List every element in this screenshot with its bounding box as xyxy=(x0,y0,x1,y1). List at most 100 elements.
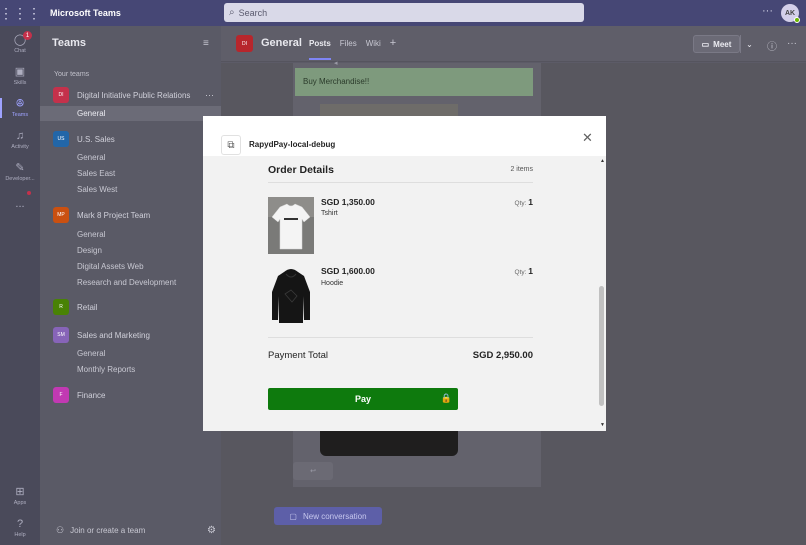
item-price: SGD 1,350.00 xyxy=(321,197,375,207)
rail-label: Skills xyxy=(13,80,27,86)
payment-total-label: Payment Total xyxy=(268,350,329,361)
channel-general[interactable]: General xyxy=(77,153,105,162)
new-conversation-label: New conversation xyxy=(302,511,367,521)
channel-general[interactable]: General xyxy=(77,230,105,239)
app-launcher-icon[interactable]: ⋮⋮⋮ xyxy=(0,0,41,26)
more-options-icon[interactable]: ··· xyxy=(205,90,214,100)
team-mark8[interactable]: MP Mark 8 Project Team xyxy=(53,205,218,225)
channel-tabs: Posts Files Wiki + xyxy=(309,37,396,60)
dialog-header: ⧉ RapydPay-local-debug ✕ xyxy=(203,116,606,156)
rail-label: Developer... xyxy=(5,176,35,182)
rail-item-help[interactable]: ? Help xyxy=(0,512,40,544)
app-icon: ⧉ xyxy=(221,135,241,155)
presence-dot xyxy=(794,17,800,23)
tab-posts[interactable]: Posts xyxy=(309,39,331,60)
chevron-down-icon[interactable]: ⌄ xyxy=(740,35,758,53)
team-name: Finance xyxy=(77,390,106,400)
team-retail[interactable]: R Retail xyxy=(53,297,218,317)
channel-sales-west[interactable]: Sales West xyxy=(77,185,117,194)
add-tab-icon[interactable]: + xyxy=(390,37,396,60)
team-finance[interactable]: F Finance xyxy=(53,385,218,405)
scroll-thumb[interactable] xyxy=(599,286,604,406)
team-avatar: US xyxy=(53,131,69,147)
more-apps-icon: ... xyxy=(15,198,25,210)
tab-files[interactable]: Files xyxy=(340,39,357,60)
rail-label: Help xyxy=(14,532,26,538)
item-qty: Qty: 1 xyxy=(512,266,533,276)
item-name: Tshirt xyxy=(321,210,338,217)
gear-icon[interactable]: ⚙ xyxy=(207,525,216,536)
channel-monthly-reports[interactable]: Monthly Reports xyxy=(77,365,135,374)
rail-item-developer[interactable]: ✎ Developer... xyxy=(0,156,40,188)
team-avatar: MP xyxy=(53,207,69,223)
channel-avatar: DI xyxy=(236,35,253,52)
channel-sales-east[interactable]: Sales East xyxy=(77,169,115,178)
rail-item-skills[interactable]: ▣ Skills xyxy=(0,60,40,92)
skills-icon: ▣ xyxy=(14,66,26,78)
rail-label: Chat xyxy=(14,48,26,54)
apps-icon: ⊞ xyxy=(15,486,25,498)
info-icon[interactable]: ⓘ xyxy=(767,38,777,53)
pay-label: Pay xyxy=(354,394,371,404)
team-avatar: R xyxy=(53,299,69,315)
search-icon: ⌕ xyxy=(229,7,235,18)
more-options-icon[interactable]: ··· xyxy=(762,5,773,17)
close-icon[interactable]: ✕ xyxy=(582,130,593,146)
teams-icon: ꔮ xyxy=(15,98,25,110)
scroll-down-icon[interactable]: ▼ xyxy=(600,422,605,428)
team-digital-initiative[interactable]: DI Digital Initiative Public Relations ·… xyxy=(53,85,218,105)
tab-wiki[interactable]: Wiki xyxy=(366,39,381,60)
channel-header: DI General Posts Files Wiki + ▭ Meet ⌄ ⓘ… xyxy=(221,26,806,62)
filter-icon[interactable]: ≡ xyxy=(203,38,209,49)
payment-total-value: SGD 2,950.00 xyxy=(472,350,533,361)
channel-digital-assets-web[interactable]: Digital Assets Web xyxy=(77,262,144,271)
qty-value: 1 xyxy=(528,266,533,276)
app-rail: ◯ Chat 1 ▣ Skills ꔮ Teams ♫ Activity ✎ D… xyxy=(0,26,40,545)
scroll-up-icon[interactable]: ▲ xyxy=(600,158,605,164)
divider xyxy=(268,337,533,338)
avatar[interactable]: AK xyxy=(781,4,800,23)
more-options-icon[interactable]: ··· xyxy=(787,38,797,49)
new-conversation-button[interactable]: ▢ New conversation xyxy=(274,507,382,525)
lock-icon: 🔒 xyxy=(440,393,452,403)
pay-button[interactable]: Pay 🔒 xyxy=(268,388,458,410)
team-sales-marketing[interactable]: SM Sales and Marketing xyxy=(53,325,218,345)
channel-general[interactable]: General xyxy=(40,106,221,121)
rail-item-chat[interactable]: ◯ Chat 1 xyxy=(0,28,40,60)
team-avatar: DI xyxy=(53,87,69,103)
channel-general[interactable]: General xyxy=(77,349,105,358)
meet-button[interactable]: ▭ Meet xyxy=(693,35,740,53)
rail-label: Activity xyxy=(11,144,29,150)
rail-label: Teams xyxy=(11,112,29,118)
search-input[interactable]: ⌕ Search xyxy=(224,3,584,22)
team-name: Mark 8 Project Team xyxy=(77,210,151,220)
compose-icon: ▢ xyxy=(289,511,297,521)
rail-item-teams[interactable]: ꔮ Teams xyxy=(0,92,40,124)
payment-dialog: ⧉ RapydPay-local-debug ✕ Order Details 2… xyxy=(203,116,606,431)
qty-label: Qty: xyxy=(514,269,527,276)
join-team-link[interactable]: ⚇ Join or create a team ⚙ xyxy=(56,525,216,536)
team-name: Retail xyxy=(77,302,98,312)
rail-item-apps[interactable]: ⊞ Apps xyxy=(0,480,40,512)
channel-research[interactable]: Research and Development xyxy=(77,278,176,287)
team-us-sales[interactable]: US U.S. Sales xyxy=(53,129,218,149)
merch-message: Buy Merchandise!! xyxy=(295,68,533,96)
section-label: Your teams xyxy=(54,71,90,78)
team-name: Digital Initiative Public Relations xyxy=(77,90,191,100)
team-avatar: F xyxy=(53,387,69,403)
channel-design[interactable]: Design xyxy=(77,246,102,255)
hoodie-image xyxy=(268,266,314,323)
team-name: Sales and Marketing xyxy=(77,330,150,340)
notification-badge: 1 xyxy=(23,31,32,40)
rail-item-activity[interactable]: ♫ Activity xyxy=(0,124,40,156)
order-details-title: Order Details xyxy=(268,164,334,176)
reply-icon: ◂ xyxy=(334,60,338,67)
qty-label: Qty: xyxy=(514,200,527,207)
meet-label: Meet xyxy=(713,39,732,49)
join-team-icon: ⚇ xyxy=(56,525,65,535)
rail-item-more-apps[interactable]: ... xyxy=(0,188,40,220)
qty-value: 1 xyxy=(528,197,533,207)
divider xyxy=(268,182,533,183)
reaction-button[interactable]: ↩ xyxy=(293,462,333,480)
join-team-label: Join or create a team xyxy=(70,526,146,535)
